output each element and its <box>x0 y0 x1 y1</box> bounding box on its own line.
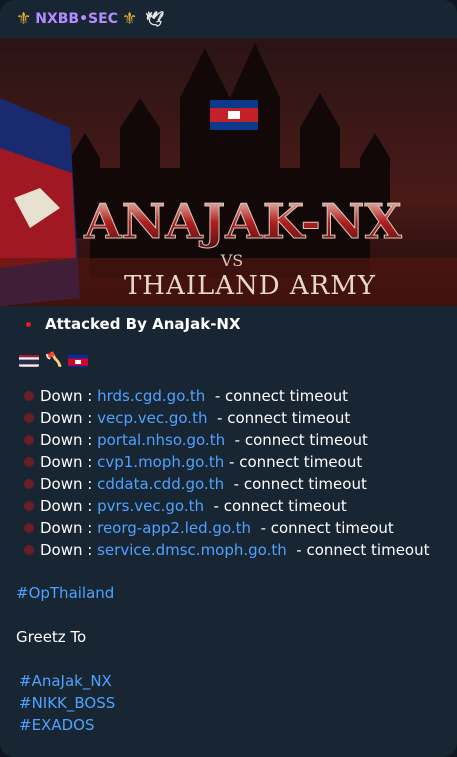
down-label: Down : <box>40 453 93 471</box>
red-dot-icon <box>26 321 31 327</box>
castle-flag <box>210 100 258 130</box>
attacked-label: Attacked By AnaJak-NX <box>45 315 241 333</box>
red-circle-icon <box>24 523 34 533</box>
red-circle-icon <box>24 391 34 401</box>
red-circle-icon <box>24 435 34 445</box>
message-bubble: ⚜ NXBB•SEC ⚜ 🕊 ANAJAK-NX VS THAILAND ARM… <box>0 0 457 757</box>
list-item: Down : cddata.cdd.go.th - connect timeou… <box>24 473 441 495</box>
red-circle-icon <box>24 479 34 489</box>
down-status: - connect timeout <box>260 519 394 537</box>
down-status: - connect timeout <box>296 541 430 559</box>
down-label: Down : <box>40 409 93 427</box>
down-status: - connect timeout <box>233 475 367 493</box>
cambodia-flag-icon <box>68 353 89 367</box>
down-label: Down : <box>40 475 93 493</box>
target-link[interactable]: service.dmsc.moph.go.th <box>97 539 287 561</box>
hashtag-op[interactable]: #OpThailand <box>16 582 441 604</box>
list-item: Down : reorg-app2.led.go.th - connect ti… <box>24 517 441 539</box>
target-link[interactable]: cddata.cdd.go.th <box>97 473 224 495</box>
list-item: Down : hrds.cgd.go.th - connect timeout <box>24 385 441 407</box>
down-label: Down : <box>40 497 93 515</box>
down-status: - connect timeout <box>213 497 347 515</box>
hashtag-link[interactable]: #EXADOS <box>19 714 441 736</box>
banner-title: ANAJAK-NX <box>83 194 402 250</box>
attacked-line: Attacked By AnaJak-NX <box>26 313 441 335</box>
message-text: Attacked By AnaJak-NX 🪓 Down : hrds.cgd.… <box>0 306 457 736</box>
dove-icon: 🕊 <box>145 10 165 28</box>
red-circle-icon <box>24 501 34 511</box>
list-item: Down : service.dmsc.moph.go.th - connect… <box>24 539 441 561</box>
target-link[interactable]: portal.nhso.go.th <box>97 429 225 451</box>
down-label: Down : <box>40 541 93 559</box>
target-link[interactable]: hrds.cgd.go.th <box>97 385 205 407</box>
axe-icon: 🪓 <box>45 352 63 368</box>
hashtag-link[interactable]: #AnaJak_NX <box>19 670 441 692</box>
channel-name[interactable]: NXBB•SEC <box>35 11 118 27</box>
greetz-tags: #AnaJak_NX #NIKK_BOSS #EXADOS <box>19 670 441 736</box>
flag-emoji-row: 🪓 <box>19 349 441 371</box>
red-circle-icon <box>24 413 34 423</box>
down-label: Down : <box>40 431 93 449</box>
down-status: - connect timeout <box>229 453 363 471</box>
down-status: - connect timeout <box>234 431 368 449</box>
hashtag-link[interactable]: #NIKK_BOSS <box>19 692 441 714</box>
target-link[interactable]: reorg-app2.led.go.th <box>97 517 251 539</box>
target-link[interactable]: vecp.vec.go.th <box>97 407 207 429</box>
list-item: Down : portal.nhso.go.th - connect timeo… <box>24 429 441 451</box>
fleur-de-lis-icon: ⚜ <box>121 9 138 29</box>
red-circle-icon <box>24 545 34 555</box>
down-label: Down : <box>40 519 93 537</box>
target-link[interactable]: cvp1.moph.go.th <box>97 451 224 473</box>
channel-header[interactable]: ⚜ NXBB•SEC ⚜ 🕊 <box>0 0 457 38</box>
banner-vs: VS <box>220 251 244 270</box>
banner-subtitle: THAILAND ARMY <box>124 271 376 301</box>
banner-image[interactable]: ANAJAK-NX VS THAILAND ARMY <box>0 38 457 306</box>
list-item: Down : vecp.vec.go.th - connect timeout <box>24 407 441 429</box>
banner-artwork: ANAJAK-NX VS THAILAND ARMY <box>0 38 457 306</box>
list-item: Down : cvp1.moph.go.th - connect timeout <box>24 451 441 473</box>
down-status: - connect timeout <box>217 409 351 427</box>
down-status: - connect timeout <box>214 387 349 405</box>
greetz-label: Greetz To <box>16 628 87 646</box>
fleur-de-lis-icon: ⚜ <box>16 9 32 29</box>
thailand-flag-icon <box>19 353 39 367</box>
target-link[interactable]: pvrs.vec.go.th <box>97 495 204 517</box>
red-circle-icon <box>24 457 34 467</box>
list-item: Down : pvrs.vec.go.th - connect timeout <box>24 495 441 517</box>
down-list: Down : hrds.cgd.go.th - connect timeout … <box>24 385 441 561</box>
down-label: Down : <box>40 387 93 405</box>
